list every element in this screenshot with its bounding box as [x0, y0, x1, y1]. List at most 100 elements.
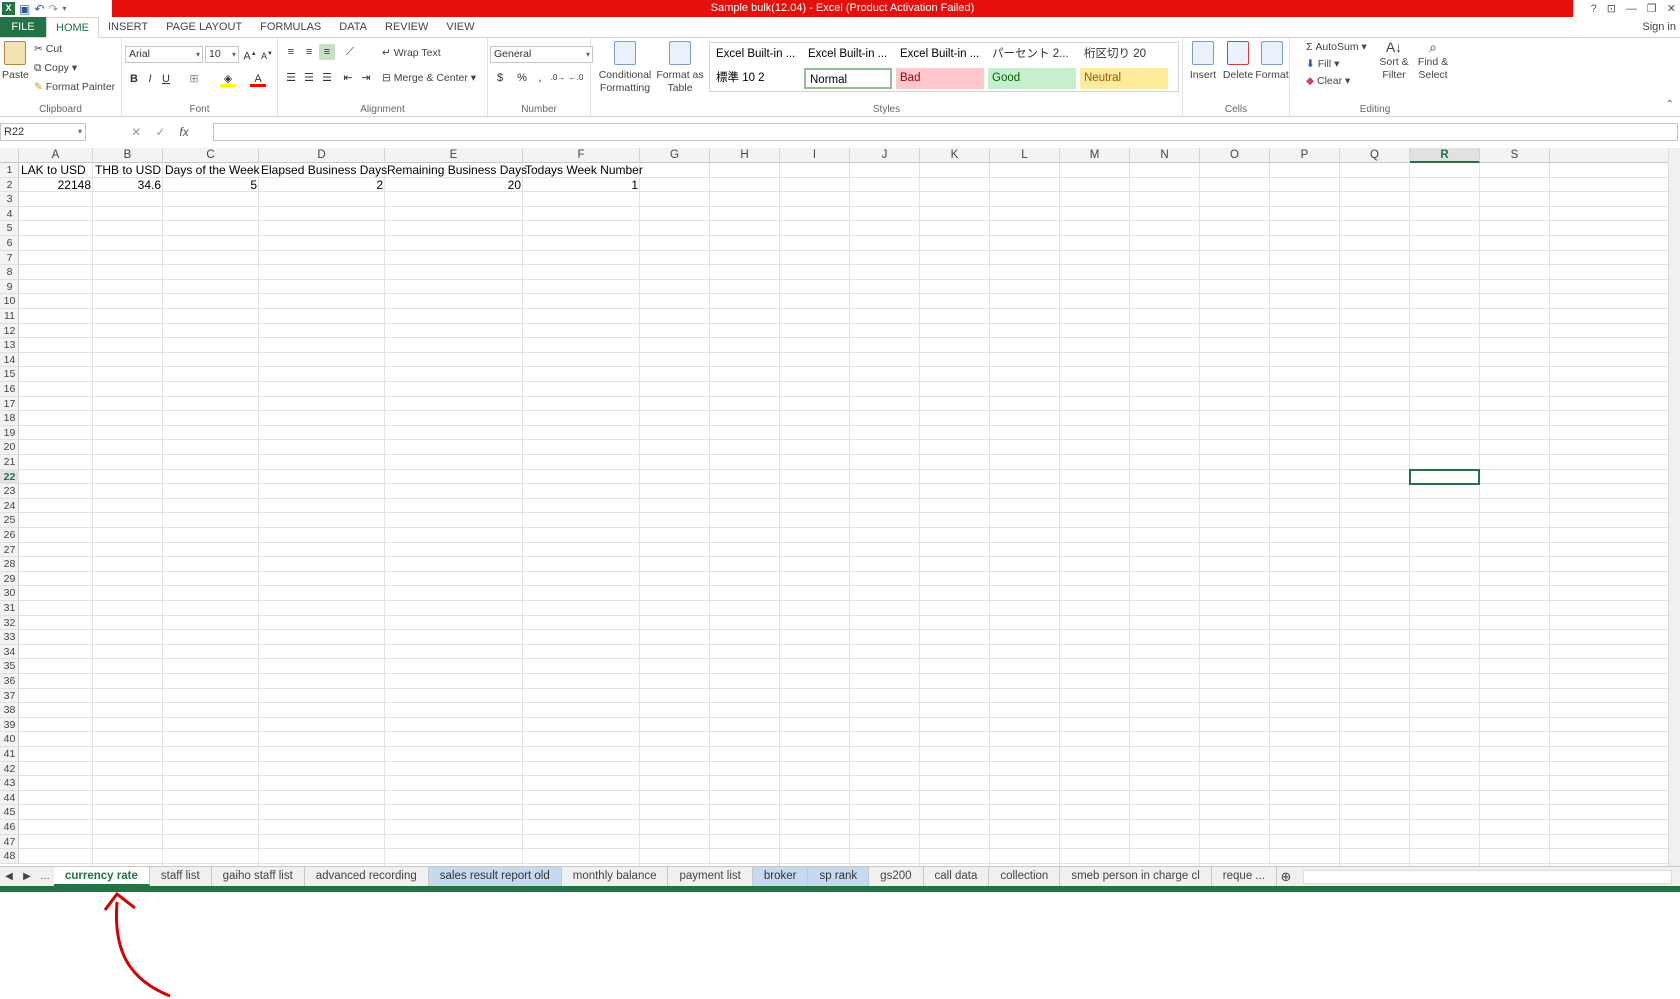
decrease-indent-icon[interactable]: ⇤ — [340, 70, 356, 86]
tab-formulas[interactable]: FORMULAS — [251, 17, 330, 37]
row-header[interactable]: 14 — [0, 353, 19, 368]
tab-home[interactable]: HOME — [46, 17, 99, 38]
row-header[interactable]: 1 — [0, 163, 19, 178]
cell-style-item[interactable]: 標準 10 2 — [712, 68, 800, 89]
tab-insert[interactable]: INSERT — [99, 17, 157, 37]
row-header[interactable]: 9 — [0, 280, 19, 295]
sheet-tab[interactable]: sales result report old — [428, 867, 562, 886]
row-header[interactable]: 47 — [0, 835, 19, 850]
column-header[interactable]: J — [850, 148, 920, 163]
row-header[interactable]: 6 — [0, 236, 19, 251]
value-cell[interactable]: 20 — [385, 178, 523, 192]
autosum-button[interactable]: Σ AutoSum ▾ — [1306, 40, 1367, 54]
cell-style-item[interactable]: Bad — [896, 68, 984, 89]
column-header[interactable]: Q — [1340, 148, 1410, 163]
row-header[interactable]: 41 — [0, 747, 19, 762]
row-header[interactable]: 40 — [0, 732, 19, 747]
fill-button[interactable]: ⬇ Fill ▾ — [1306, 57, 1339, 71]
merge-center-button[interactable]: ⊟ Merge & Center ▾ — [382, 71, 476, 85]
row-header[interactable]: 46 — [0, 820, 19, 835]
cell-style-item[interactable]: Excel Built-in ... — [896, 44, 984, 65]
more-sheets-icon[interactable]: … — [36, 871, 54, 882]
sheet-tab[interactable]: gaiho staff list — [212, 867, 305, 886]
comma-icon[interactable]: , — [532, 70, 548, 86]
increase-decimal-icon[interactable]: .0→ — [550, 70, 566, 86]
number-format-select[interactable]: General ▾ — [490, 46, 593, 63]
tab-page-layout[interactable]: PAGE LAYOUT — [157, 17, 251, 37]
grow-font-icon[interactable]: A▲ — [242, 46, 258, 63]
sheet-tab[interactable]: call data — [924, 867, 990, 886]
row-header[interactable]: 18 — [0, 411, 19, 426]
column-header[interactable]: K — [920, 148, 990, 163]
column-header[interactable]: A — [19, 148, 93, 163]
row-header[interactable]: 29 — [0, 572, 19, 587]
row-header[interactable]: 4 — [0, 207, 19, 222]
value-cell[interactable]: 1 — [523, 178, 640, 192]
value-cell[interactable]: 34.6 — [93, 178, 163, 192]
sheet-tab[interactable]: payment list — [668, 867, 753, 886]
sort-filter-button[interactable]: A↓ Sort & Filter — [1376, 40, 1412, 82]
row-header[interactable]: 45 — [0, 805, 19, 820]
currency-icon[interactable]: $ — [492, 70, 508, 86]
row-header[interactable]: 23 — [0, 484, 19, 499]
increase-indent-icon[interactable]: ⇥ — [358, 70, 374, 86]
row-header[interactable]: 8 — [0, 265, 19, 280]
column-header[interactable]: L — [990, 148, 1060, 163]
row-header[interactable]: 43 — [0, 776, 19, 791]
column-header[interactable]: F — [523, 148, 640, 163]
value-cell[interactable]: 22148 — [19, 178, 93, 192]
row-header[interactable]: 48 — [0, 849, 19, 864]
sheet-tab[interactable]: reque ... — [1212, 867, 1277, 886]
save-icon[interactable]: ▣ — [19, 2, 30, 16]
sheet-tab[interactable]: smeb person in charge cl — [1060, 867, 1212, 886]
cell-style-item[interactable]: Excel Built-in ... — [804, 44, 892, 65]
font-size-select[interactable]: 10 ▾ — [205, 46, 239, 63]
row-header[interactable]: 31 — [0, 601, 19, 616]
find-select-button[interactable]: ⌕ Find & Select — [1414, 40, 1452, 82]
row-header[interactable]: 20 — [0, 440, 19, 455]
row-header[interactable]: 22 — [0, 469, 19, 485]
sign-in-link[interactable]: Sign in — [1642, 17, 1680, 37]
tab-data[interactable]: DATA — [330, 17, 376, 37]
select-all-corner[interactable] — [0, 148, 19, 163]
row-header[interactable]: 13 — [0, 338, 19, 353]
shrink-font-icon[interactable]: A▼ — [259, 46, 275, 62]
wrap-text-button[interactable]: ↵ Wrap Text — [382, 46, 441, 60]
column-header[interactable]: R — [1410, 148, 1480, 163]
minimize-icon[interactable]: — — [1626, 3, 1637, 15]
copy-button[interactable]: ⧉ Copy ▾ — [34, 61, 77, 75]
cell-style-item[interactable]: Excel Built-in ... — [712, 44, 800, 65]
vertical-scrollbar[interactable] — [1668, 148, 1680, 866]
close-icon[interactable]: ✕ — [1667, 2, 1676, 15]
column-header[interactable]: O — [1200, 148, 1270, 163]
bold-icon[interactable]: B — [126, 71, 142, 87]
sheet-tab[interactable]: broker — [752, 867, 809, 886]
row-header[interactable]: 16 — [0, 382, 19, 397]
align-left-icon[interactable]: ☰ — [283, 70, 299, 86]
row-header[interactable]: 19 — [0, 426, 19, 441]
cell-grid[interactable]: LAK to USD THB to USD Days of the Week Elap… — [19, 163, 1668, 866]
cell-style-item[interactable]: Good — [988, 68, 1076, 89]
value-cell[interactable]: 2 — [259, 178, 385, 192]
row-header[interactable]: 42 — [0, 762, 19, 777]
active-cell[interactable] — [1409, 468, 1480, 486]
customize-qat-icon[interactable]: ▾ — [62, 4, 66, 13]
header-cell[interactable]: THB to USD — [93, 163, 163, 177]
cell-style-item[interactable]: パーセント 2... — [988, 44, 1076, 65]
format-painter-button[interactable]: ✎ Format Painter — [34, 80, 115, 94]
sheet-tab[interactable]: currency rate — [54, 867, 150, 886]
collapse-ribbon-icon[interactable]: ⌃ — [1666, 99, 1674, 110]
insert-function-icon[interactable]: fx — [179, 125, 188, 139]
font-name-select[interactable]: Arial ▾ — [125, 46, 203, 63]
row-header[interactable]: 38 — [0, 703, 19, 718]
column-header[interactable]: M — [1060, 148, 1130, 163]
column-header[interactable]: C — [163, 148, 259, 163]
delete-button[interactable]: Delete — [1221, 41, 1255, 82]
prev-sheet-icon[interactable]: ◀ — [0, 871, 18, 882]
align-bottom-icon[interactable]: ≡ — [319, 44, 335, 60]
cell-style-item[interactable]: 桁区切り 20 — [1080, 44, 1168, 65]
conditional-formatting-button[interactable]: Conditional Formatting — [597, 41, 653, 95]
next-sheet-icon[interactable]: ▶ — [18, 871, 36, 882]
row-header[interactable]: 28 — [0, 557, 19, 572]
column-header[interactable]: P — [1270, 148, 1340, 163]
